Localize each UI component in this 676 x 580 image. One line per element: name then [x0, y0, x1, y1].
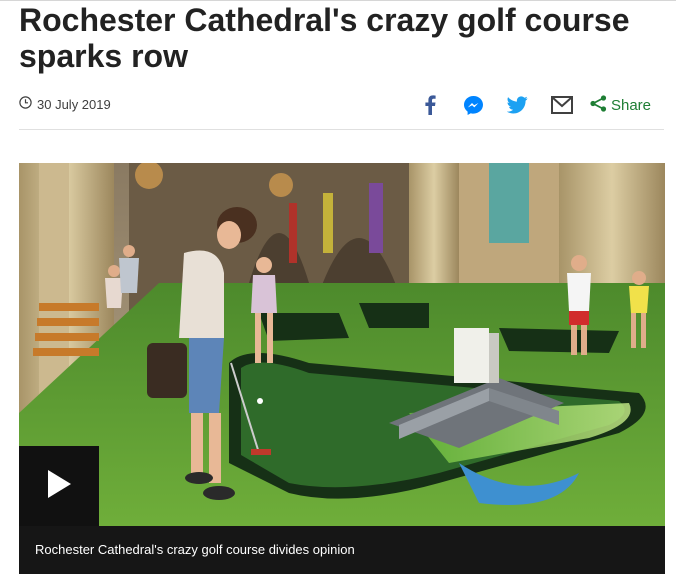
facebook-icon[interactable] — [418, 93, 442, 117]
video-caption: Rochester Cathedral's crazy golf course … — [35, 542, 355, 557]
video-player[interactable]: Rochester Cathedral's crazy golf course … — [19, 163, 665, 574]
share-tools: Share — [398, 92, 651, 118]
email-icon[interactable] — [550, 93, 574, 117]
clock-icon — [19, 96, 37, 112]
article-meta: 30 July 2019 Share — [19, 92, 664, 118]
play-button[interactable] — [19, 446, 99, 526]
share-icon — [590, 94, 611, 116]
twitter-icon[interactable] — [506, 93, 530, 117]
share-button[interactable]: Share — [590, 94, 651, 116]
article-page: Rochester Cathedral's crazy golf course … — [0, 0, 676, 580]
play-icon — [46, 469, 72, 504]
share-label: Share — [610, 96, 651, 114]
messenger-icon[interactable] — [462, 93, 486, 117]
date-text: 30 July 2019 — [37, 96, 111, 112]
meta-divider — [19, 129, 664, 130]
article-date: 30 July 2019 — [19, 96, 111, 112]
video-caption-bar: Rochester Cathedral's crazy golf course … — [19, 526, 665, 574]
video-thumbnail[interactable] — [19, 163, 665, 526]
article-headline: Rochester Cathedral's crazy golf course … — [19, 2, 630, 74]
top-border — [0, 0, 676, 1]
